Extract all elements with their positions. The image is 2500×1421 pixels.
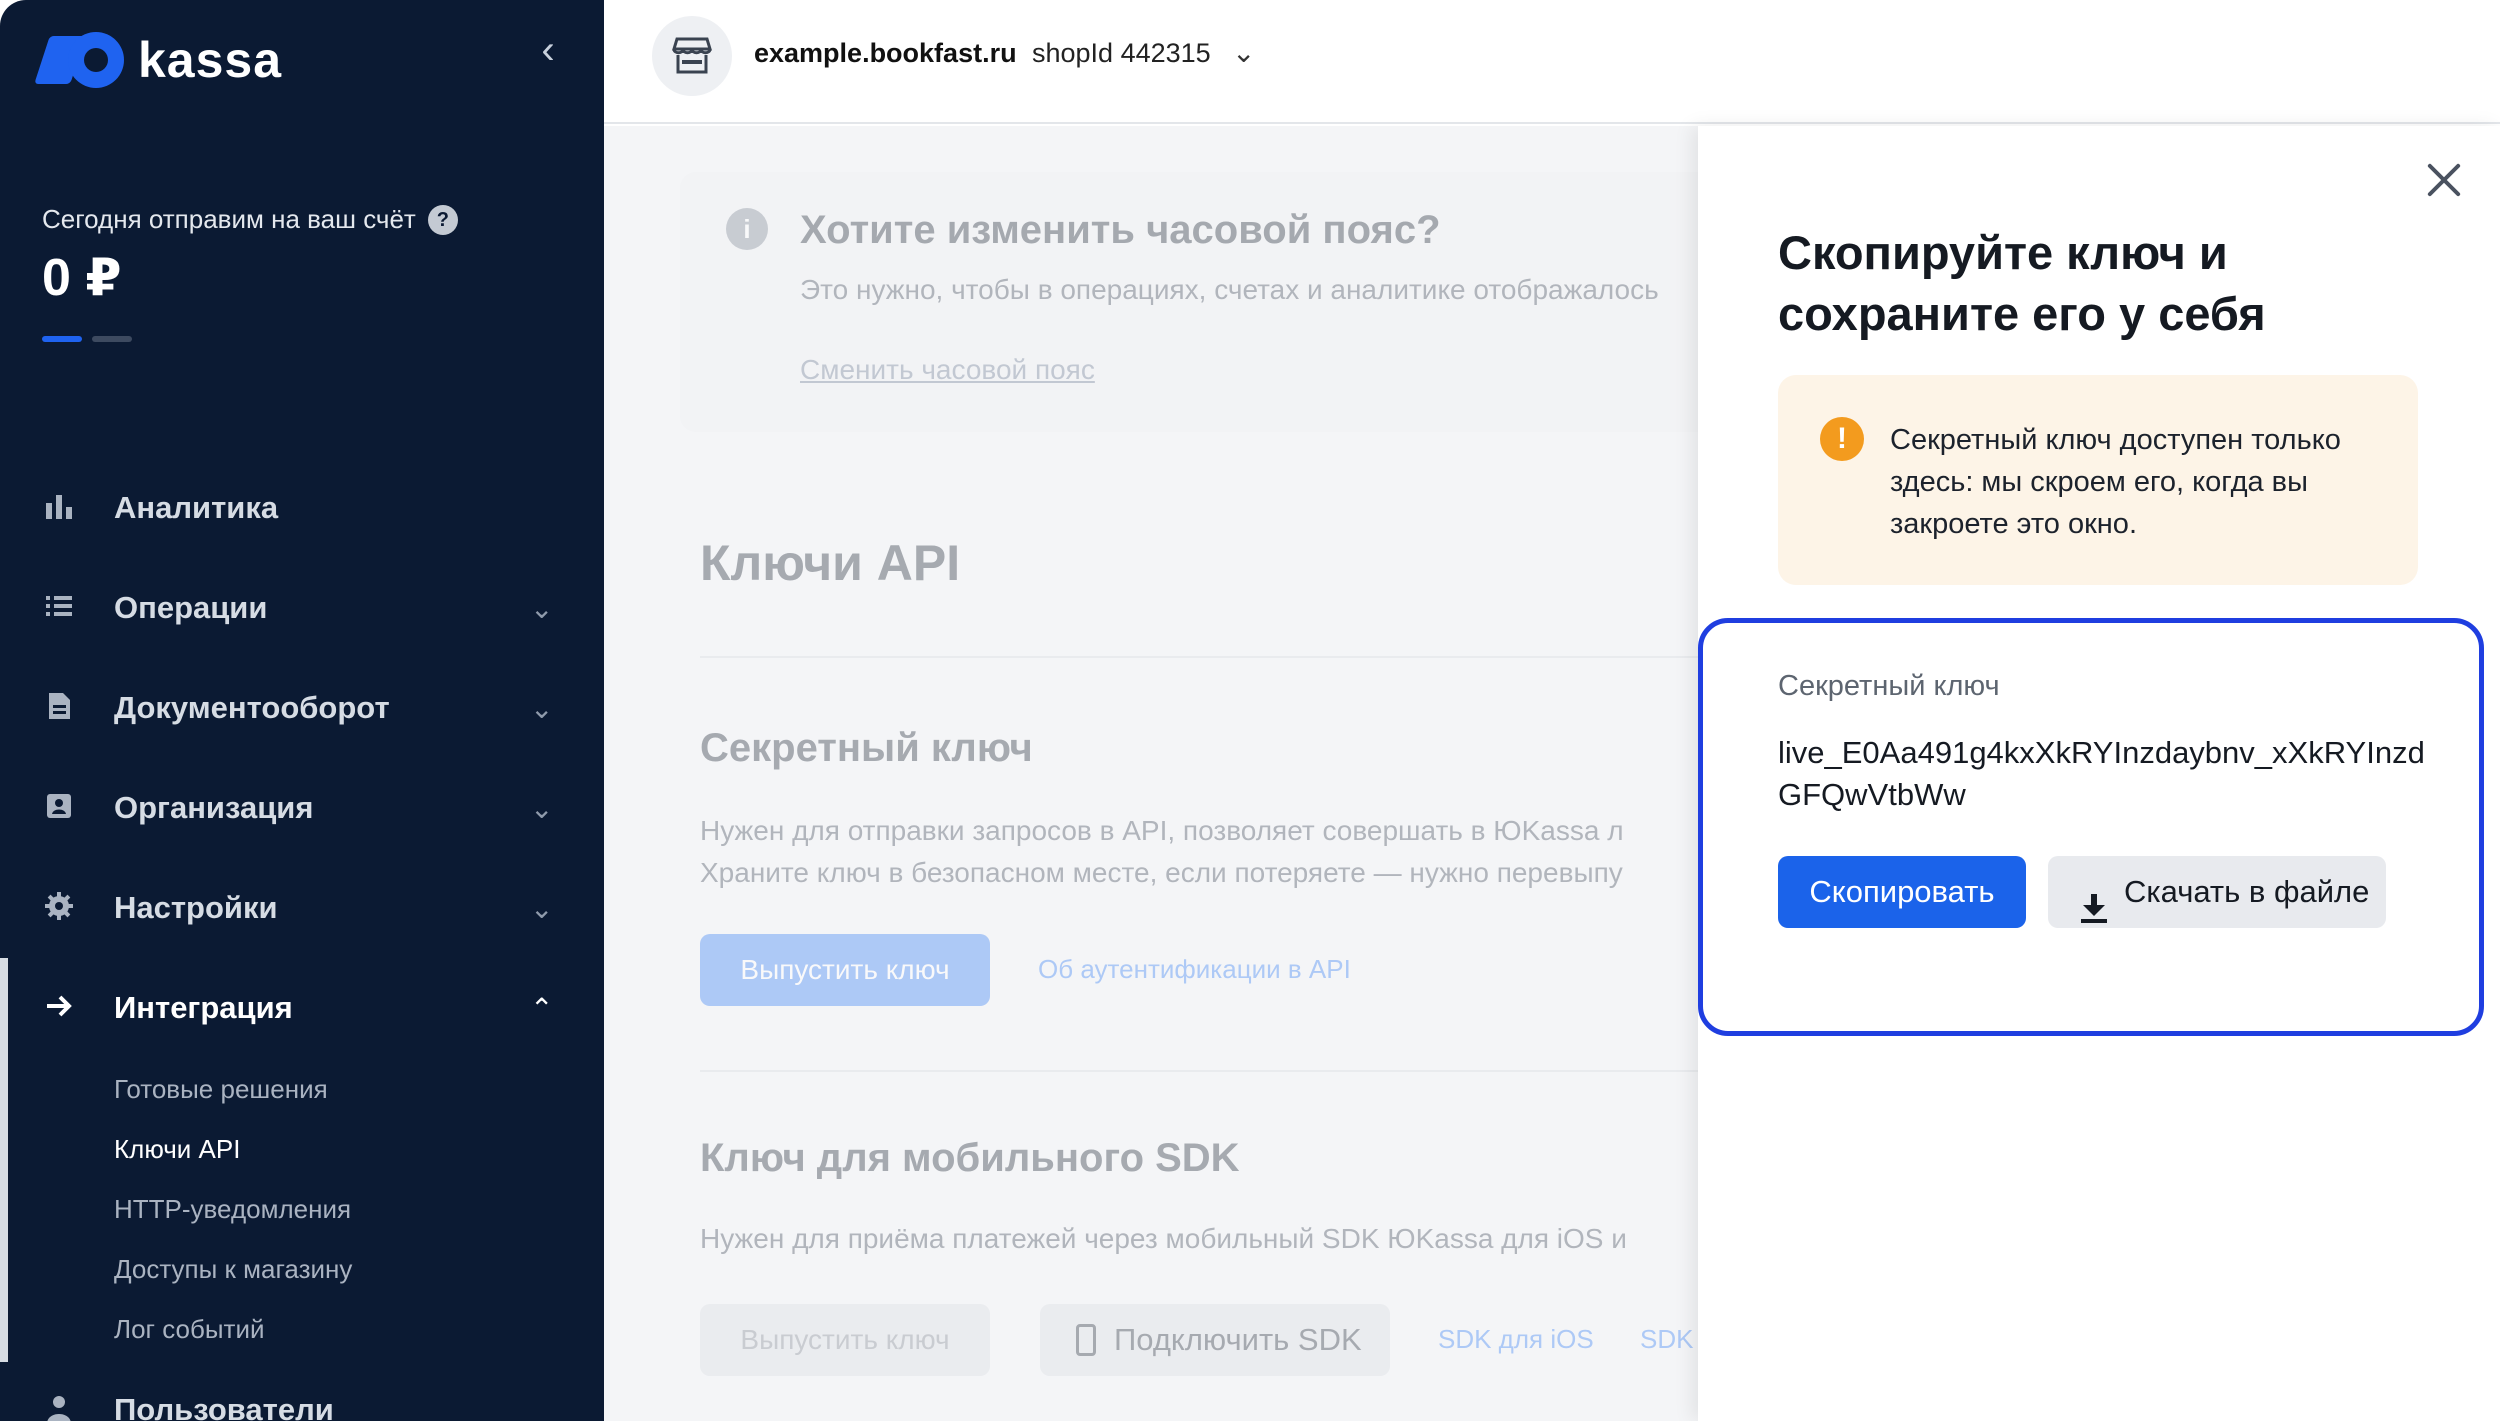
sidebar-item-http-notifications[interactable]: HTTP-уведомления bbox=[114, 1194, 351, 1225]
sidebar: kassa ‹ Сегодня отправим на ваш счёт ? 0… bbox=[0, 0, 604, 1421]
nav-label: Пользователи bbox=[114, 1392, 334, 1421]
shop-switch-chevron-down-icon[interactable]: ⌄ bbox=[1232, 36, 1255, 69]
warning-box: ! Секретный ключ доступен только здесь: … bbox=[1778, 375, 2418, 585]
phone-icon bbox=[1076, 1324, 1096, 1356]
sdk-ios-link[interactable]: SDK для iOS bbox=[1438, 1324, 1594, 1355]
nav-label: Операции bbox=[114, 590, 268, 625]
collapse-sidebar-chevron-left-icon[interactable]: ‹ bbox=[530, 30, 566, 70]
user-icon bbox=[42, 1393, 76, 1421]
sdk-android-link[interactable]: SDK bbox=[1640, 1324, 1693, 1355]
timezone-text: Это нужно, чтобы в операциях, счетах и а… bbox=[800, 274, 1659, 305]
sidebar-item-api-keys[interactable]: Ключи API bbox=[114, 1134, 240, 1165]
main-content: i Хотите изменить часовой пояс? Это нужн… bbox=[604, 126, 1698, 1421]
nav-item-organization[interactable]: Организация ⌄ bbox=[0, 778, 604, 838]
sidebar-item-ready-solutions[interactable]: Готовые решения bbox=[114, 1074, 328, 1105]
secret-key-label: Секретный ключ bbox=[1778, 670, 2000, 702]
gear-icon bbox=[42, 891, 76, 925]
logo-text: kassa bbox=[138, 32, 283, 88]
sdk-key-section-title: Ключ для мобильного SDK bbox=[700, 1136, 1240, 1180]
timezone-title: Хотите изменить часовой пояс? bbox=[800, 208, 1441, 252]
nav-item-users[interactable]: Пользователи bbox=[0, 1380, 604, 1421]
divider bbox=[700, 656, 1698, 658]
sidebar-item-store-access[interactable]: Доступы к магазину bbox=[114, 1254, 352, 1285]
nav-item-documents[interactable]: Документооборот ⌄ bbox=[0, 678, 604, 738]
info-icon: i bbox=[726, 208, 768, 250]
nav-item-integration[interactable]: Интеграция ⌃ bbox=[0, 978, 604, 1038]
chevron-down-icon: ⌄ bbox=[530, 692, 554, 724]
nav-item-settings[interactable]: Настройки ⌄ bbox=[0, 878, 604, 938]
chevron-down-icon: ⌄ bbox=[530, 592, 554, 624]
nav-label: Аналитика bbox=[114, 490, 279, 525]
issue-key-button[interactable]: Выпустить ключ bbox=[700, 934, 990, 1006]
secret-key-value[interactable]: live_E0Aa491g4kxXkRYInzdaybnv_xXkRYInzdG… bbox=[1778, 732, 2428, 816]
nav-label: Настройки bbox=[114, 890, 278, 925]
document-icon bbox=[42, 691, 76, 725]
help-icon[interactable]: ? bbox=[427, 204, 458, 235]
connect-sdk-button[interactable]: Подключить SDK bbox=[1040, 1304, 1390, 1376]
shop-id[interactable]: shopId 442315 bbox=[1032, 38, 1211, 69]
drawer-title: Скопируйте ключ и сохраните его у себя bbox=[1778, 226, 2266, 340]
page-title: Ключи API bbox=[700, 535, 961, 591]
nav-item-analytics[interactable]: Аналитика bbox=[0, 478, 604, 538]
nav-label: Интеграция bbox=[114, 990, 293, 1025]
store-icon[interactable] bbox=[652, 16, 732, 96]
sidebar-item-event-log[interactable]: Лог событий bbox=[114, 1314, 265, 1345]
nav-item-operations[interactable]: Операции ⌄ bbox=[0, 578, 604, 638]
download-icon bbox=[2080, 878, 2108, 923]
copy-button[interactable]: Скопировать bbox=[1778, 856, 2026, 928]
secret-key-description: Храните ключ в безопасном месте, если по… bbox=[700, 857, 1623, 888]
chevron-up-icon: ⌃ bbox=[530, 992, 554, 1024]
divider bbox=[700, 1070, 1698, 1072]
connect-sdk-label: Подключить SDK bbox=[1114, 1322, 1362, 1357]
topbar: example.bookfast.ru shopId 442315 ⌄ bbox=[604, 0, 2500, 124]
yookassa-logo[interactable]: kassa bbox=[34, 30, 283, 90]
download-file-button[interactable]: Скачать в файле bbox=[2048, 856, 2386, 928]
bar-chart-icon bbox=[42, 491, 76, 525]
chevron-down-icon: ⌄ bbox=[530, 892, 554, 924]
contact-card-icon bbox=[42, 791, 76, 825]
balance-value: 0 ₽ bbox=[42, 249, 122, 307]
balance-label-row: Сегодня отправим на ваш счёт ? bbox=[42, 204, 458, 235]
change-timezone-link[interactable]: Сменить часовой пояс bbox=[800, 354, 1095, 386]
sdk-key-description: Нужен для приёма платежей через мобильны… bbox=[700, 1223, 1627, 1254]
api-auth-link[interactable]: Об аутентификации в API bbox=[1038, 954, 1351, 985]
nav-label: Документооборот bbox=[114, 690, 390, 725]
timezone-banner: i Хотите изменить часовой пояс? Это нужн… bbox=[680, 172, 1698, 432]
balance-label: Сегодня отправим на ваш счёт bbox=[42, 204, 416, 234]
secret-key-description: Нужен для отправки запросов в API, позво… bbox=[700, 815, 1624, 846]
arrow-right-icon bbox=[42, 991, 76, 1025]
list-icon bbox=[42, 591, 76, 625]
shop-domain[interactable]: example.bookfast.ru bbox=[754, 38, 1017, 69]
issue-sdk-key-button[interactable]: Выпустить ключ bbox=[700, 1304, 990, 1376]
chevron-down-icon: ⌄ bbox=[530, 792, 554, 824]
close-icon[interactable] bbox=[2424, 160, 2464, 200]
secret-key-section-title: Секретный ключ bbox=[700, 726, 1033, 770]
warning-text: Секретный ключ доступен только здесь: мы… bbox=[1890, 424, 2341, 540]
carousel-dot-active[interactable] bbox=[42, 336, 82, 342]
download-file-label: Скачать в файле bbox=[2124, 874, 2370, 909]
carousel-dots bbox=[42, 336, 132, 342]
carousel-dot[interactable] bbox=[92, 336, 132, 342]
nav-label: Организация bbox=[114, 790, 314, 825]
yookassa-logo-icon bbox=[34, 30, 124, 90]
warning-icon: ! bbox=[1820, 417, 1864, 461]
